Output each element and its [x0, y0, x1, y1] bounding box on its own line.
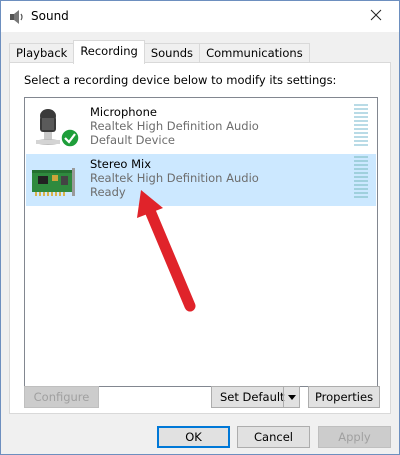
sound-card-icon: [30, 158, 76, 204]
tab-strip: Playback Recording Sounds Communications: [9, 40, 310, 64]
set-default-label: Set Default: [220, 390, 285, 404]
tab-recording[interactable]: Recording: [73, 40, 145, 64]
apply-button[interactable]: Apply: [318, 426, 391, 448]
device-name: Microphone: [90, 105, 157, 119]
level-meter: [354, 156, 368, 198]
device-name: Stereo Mix: [90, 157, 152, 171]
window-title: Sound: [31, 9, 69, 23]
sound-dialog: Sound Playback Recording Sounds Communic…: [0, 0, 400, 455]
recording-panel: Select a recording device below to modif…: [9, 62, 391, 414]
device-status: Default Device: [90, 133, 176, 147]
device-item-stereo-mix[interactable]: Stereo Mix Realtek High Definition Audio…: [26, 154, 376, 206]
configure-button[interactable]: Configure: [24, 386, 99, 408]
chevron-down-icon: [287, 394, 296, 400]
ok-button[interactable]: OK: [157, 426, 230, 448]
instruction-text: Select a recording device below to modif…: [24, 73, 337, 87]
tab-sounds[interactable]: Sounds: [143, 43, 201, 63]
set-default-button[interactable]: Set Default: [211, 386, 300, 408]
device-driver: Realtek High Definition Audio: [90, 171, 259, 185]
properties-button[interactable]: Properties: [308, 386, 380, 408]
cancel-button[interactable]: Cancel: [237, 426, 310, 448]
device-status: Ready: [90, 185, 126, 199]
device-driver: Realtek High Definition Audio: [90, 119, 259, 133]
default-check-icon: [60, 128, 80, 151]
level-meter: [354, 104, 368, 146]
speaker-icon: [9, 9, 25, 25]
close-button[interactable]: [353, 1, 399, 32]
tab-playback[interactable]: Playback: [9, 43, 75, 63]
device-list[interactable]: Microphone Realtek High Definition Audio…: [24, 97, 378, 387]
device-item-microphone[interactable]: Microphone Realtek High Definition Audio…: [26, 102, 376, 154]
close-icon: [370, 9, 382, 24]
title-bar: Sound: [1, 1, 399, 32]
dropdown-arrow-button[interactable]: [283, 387, 299, 407]
tab-communications[interactable]: Communications: [199, 43, 310, 63]
